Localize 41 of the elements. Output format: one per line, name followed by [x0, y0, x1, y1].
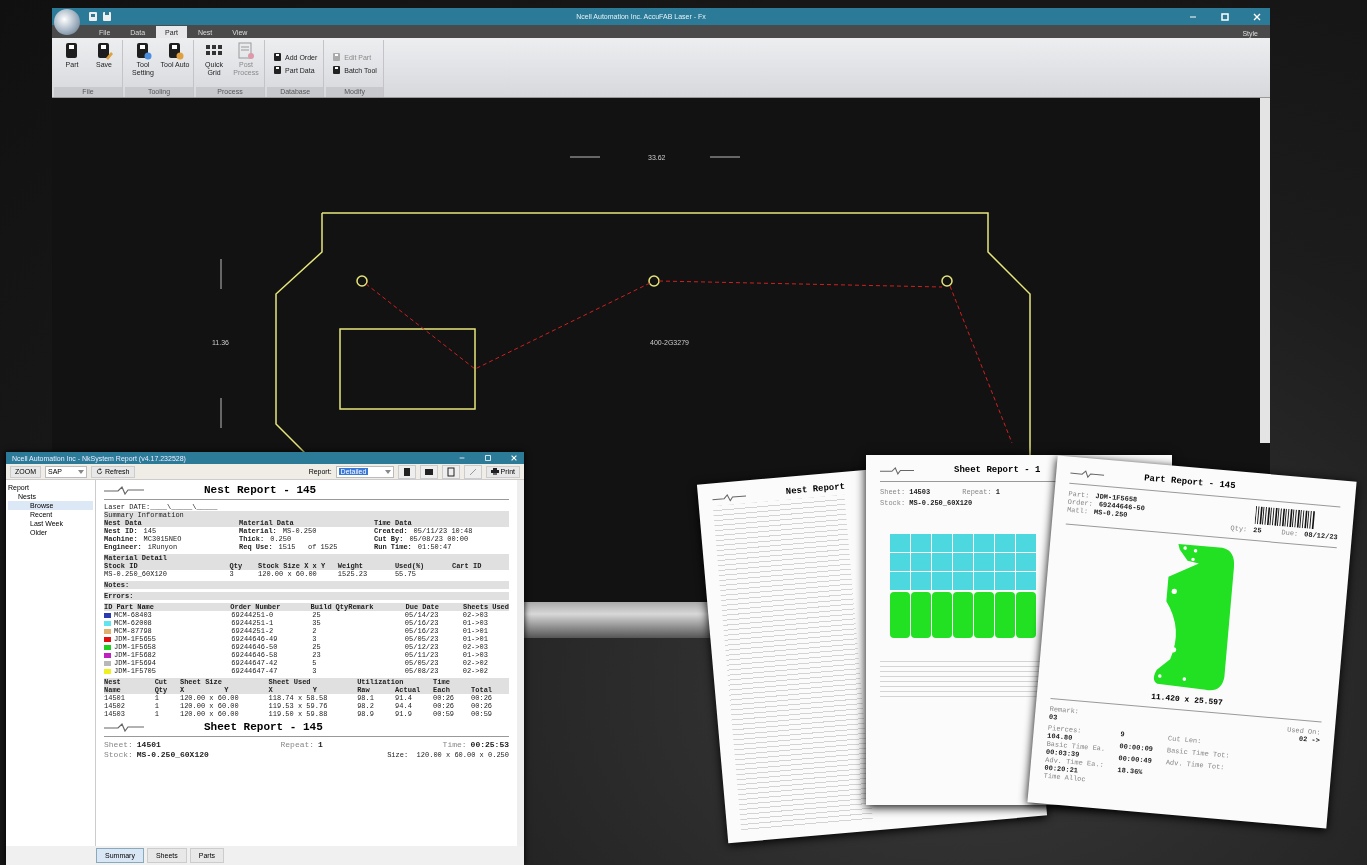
report-title: Part Report - 145: [1143, 473, 1236, 492]
maximize-icon[interactable]: [484, 454, 492, 462]
document-icon[interactable]: [397, 464, 416, 479]
caret-icon: [384, 469, 391, 474]
signature-logo-icon: [104, 485, 144, 495]
report-title: Sheet Report - 145: [204, 721, 323, 733]
quick-save-icon[interactable]: [102, 11, 112, 22]
field-label: Sheet:: [104, 740, 133, 750]
close-icon[interactable]: [510, 454, 518, 462]
document-icon: [332, 65, 342, 75]
printer-icon: [490, 468, 499, 475]
report-title: Sheet Report - 1: [954, 465, 1041, 475]
field-value: 14501: [136, 740, 161, 750]
vertical-scrollbar[interactable]: [517, 480, 524, 846]
restore-icon[interactable]: [1220, 11, 1230, 22]
hole-outline: [356, 275, 368, 287]
field-value: MS-0.250_60X120: [136, 750, 209, 760]
field-value: 00:25:53: [470, 740, 509, 750]
close-icon[interactable]: [1252, 11, 1262, 22]
report-title: Nest Report - 145: [204, 484, 317, 496]
signature-logo-icon: [1070, 467, 1105, 480]
signature-logo-icon: [880, 465, 914, 475]
part-size: 11.420 x 25.597: [1150, 691, 1224, 707]
refresh-icon: [96, 468, 103, 475]
document-icon: [332, 52, 342, 62]
hole-outline: [941, 275, 953, 287]
signature-logo-icon: [104, 722, 144, 732]
vertical-scrollbar[interactable]: [1260, 98, 1270, 443]
list-document-icon: [236, 41, 256, 61]
quick-part-icon[interactable]: [88, 11, 98, 22]
field-label: Stock:: [104, 750, 133, 760]
field-label: Time:: [442, 740, 467, 750]
document-icon: [273, 65, 282, 75]
grid-icon[interactable]: [419, 464, 438, 479]
report-title: Nest Report: [785, 481, 846, 497]
field-label: Repeat:: [280, 740, 315, 750]
app-logo-icon[interactable]: [54, 8, 80, 35]
field-value: 1: [318, 740, 323, 750]
caret-icon: [78, 469, 84, 474]
hole-outline: [648, 275, 660, 287]
document-icon: [273, 52, 282, 62]
